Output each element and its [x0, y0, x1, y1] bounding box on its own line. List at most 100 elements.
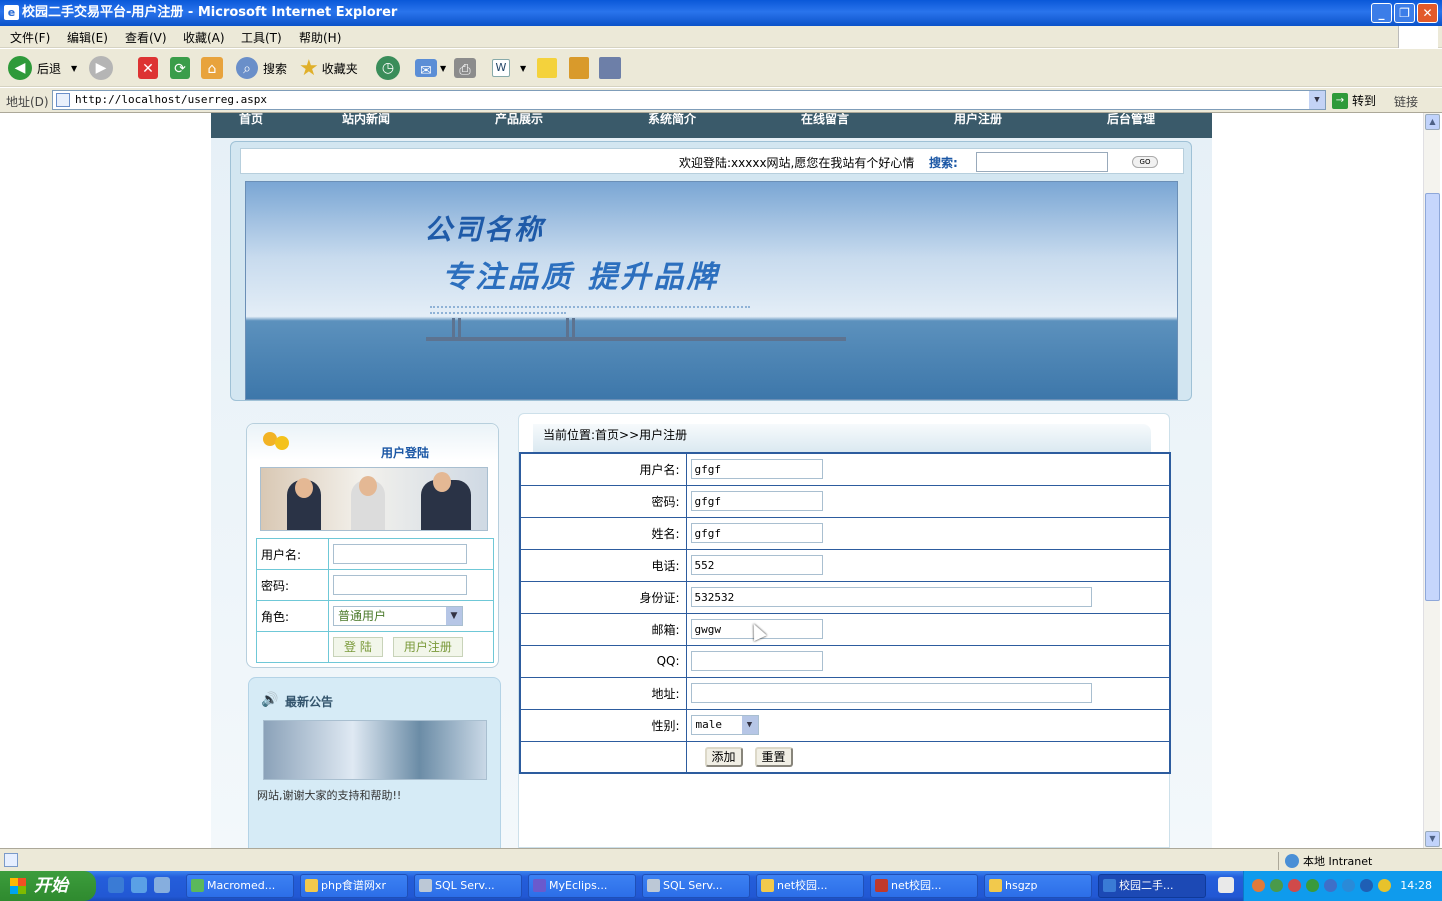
edit-dropdown-icon[interactable]: ▼: [520, 64, 526, 73]
task-net-vs[interactable]: net校园...: [870, 874, 978, 898]
menu-help[interactable]: 帮助(H): [299, 29, 341, 46]
menu-file[interactable]: 文件(F): [10, 29, 50, 46]
tray-antivirus-icon[interactable]: [1288, 879, 1301, 892]
nav-home[interactable]: 首页: [239, 113, 263, 127]
nav-admin[interactable]: 后台管理: [1107, 113, 1155, 127]
minimize-button[interactable]: _: [1371, 3, 1392, 23]
task-label: Macromed...: [207, 879, 276, 892]
scroll-down-icon[interactable]: ▼: [1425, 831, 1440, 847]
edit-button[interactable]: W ▼: [492, 55, 526, 81]
task-macromedia[interactable]: Macromed...: [186, 874, 294, 898]
tray-ime-icon[interactable]: [1360, 879, 1373, 892]
discuss-button[interactable]: [537, 55, 557, 81]
login-role-label: 角色:: [256, 600, 329, 632]
nav-products[interactable]: 产品展示: [495, 113, 543, 127]
login-button[interactable]: 登 陆: [333, 637, 383, 657]
nav-news[interactable]: 站内新闻: [342, 113, 390, 127]
menu-view[interactable]: 查看(V): [125, 29, 167, 46]
password-input[interactable]: [690, 491, 823, 511]
welcome-text: 欢迎登陆:xxxxx网站,愿您在我站有个好心情: [679, 156, 915, 170]
window-titlebar[interactable]: e 校园二手交易平台-用户注册 - Microsoft Internet Exp…: [0, 0, 1442, 26]
tray-security-icon[interactable]: [1378, 879, 1391, 892]
tray-messenger-icon[interactable]: [1342, 879, 1355, 892]
keyboard-icon[interactable]: [1218, 877, 1234, 893]
login-password-input[interactable]: [333, 575, 467, 595]
phone-label: 电话:: [519, 548, 687, 582]
tray-network-icon[interactable]: [1270, 879, 1283, 892]
address-input[interactable]: http://localhost/userreg.aspx ▼: [52, 90, 1326, 110]
mail-dropdown-icon[interactable]: ▼: [440, 64, 446, 73]
outlook-quicklaunch-icon[interactable]: [131, 877, 147, 893]
security-zone: 本地 Intranet: [1278, 852, 1372, 870]
scroll-thumb[interactable]: [1425, 193, 1440, 601]
intranet-icon: [1285, 854, 1299, 868]
nav-about[interactable]: 系统简介: [648, 113, 696, 127]
back-dropdown-icon[interactable]: ▼: [71, 64, 77, 73]
address-dropdown-icon[interactable]: ▼: [1309, 91, 1325, 109]
username-input[interactable]: [690, 459, 823, 480]
search-button[interactable]: ⌕ 搜索: [236, 55, 287, 81]
links-button[interactable]: 链接: [1394, 93, 1418, 110]
messenger-button[interactable]: [599, 55, 621, 81]
menu-favorites[interactable]: 收藏(A): [183, 29, 225, 46]
address-label: 地址(D): [6, 95, 49, 109]
role-value: 普通用户: [338, 609, 387, 623]
history-button[interactable]: ◷: [376, 55, 400, 81]
tray-arrow-icon[interactable]: [1252, 879, 1265, 892]
add-button[interactable]: 添加: [704, 746, 743, 767]
ie-quicklaunch-icon[interactable]: [108, 877, 124, 893]
mail-button[interactable]: ✉ ▼: [415, 55, 446, 81]
qq-input[interactable]: [690, 651, 823, 671]
print-icon: ⎙: [454, 58, 476, 78]
login-form: 用户名: 密码: 角色: 普通用户 ▼ 登 陆用户注册: [256, 538, 494, 663]
forward-button[interactable]: ▶: [89, 55, 113, 81]
gender-select[interactable]: male ▼: [690, 715, 759, 735]
research-button[interactable]: [569, 55, 589, 81]
phone-input[interactable]: [690, 555, 823, 575]
task-net-folder[interactable]: net校园...: [756, 874, 864, 898]
task-myeclipse[interactable]: MyEclips...: [528, 874, 636, 898]
register-button[interactable]: 用户注册: [392, 637, 463, 657]
banner-slogan: 专注品质 提升品牌: [442, 260, 720, 295]
role-select[interactable]: 普通用户 ▼: [333, 606, 463, 626]
bridge-deck: [426, 337, 846, 341]
task-hsgzp[interactable]: hsgzp: [984, 874, 1092, 898]
tray-sql-icon[interactable]: [1324, 879, 1337, 892]
desktop-quicklaunch-icon[interactable]: [154, 877, 170, 893]
password-label: 密码:: [519, 484, 687, 518]
realname-input[interactable]: [690, 523, 823, 543]
print-button[interactable]: ⎙: [454, 55, 476, 81]
realname-label: 姓名:: [519, 516, 687, 550]
task-php[interactable]: php食谱网xr: [300, 874, 408, 898]
menu-tools[interactable]: 工具(T): [241, 29, 282, 46]
search-label: 搜索:: [929, 156, 958, 170]
tray-app-icon[interactable]: [1306, 879, 1319, 892]
search-go-button[interactable]: GO: [1132, 156, 1158, 168]
site-search-input[interactable]: [976, 152, 1108, 172]
login-username-input[interactable]: [333, 544, 467, 564]
back-button[interactable]: ◀ 后退 ▼: [8, 55, 77, 81]
nav-message[interactable]: 在线留言: [801, 113, 849, 127]
start-button[interactable]: 开始: [0, 871, 96, 901]
stop-button[interactable]: ✕: [138, 55, 158, 81]
nav-register[interactable]: 用户注册: [954, 113, 1002, 127]
qq-label: QQ:: [519, 644, 687, 678]
chevron-down-icon: ▼: [741, 716, 758, 734]
task-ie-active[interactable]: 校园二手...: [1098, 874, 1206, 898]
task-label: hsgzp: [1005, 879, 1038, 892]
scroll-up-icon[interactable]: ▲: [1425, 114, 1440, 130]
favorites-button[interactable]: ★ 收藏夹: [299, 55, 358, 81]
address-field-input[interactable]: [690, 683, 1092, 703]
go-button[interactable]: → 转到: [1332, 92, 1376, 109]
close-button[interactable]: ✕: [1417, 3, 1438, 23]
address-field-label: 地址:: [519, 676, 687, 710]
vertical-scrollbar[interactable]: ▲ ▼: [1423, 113, 1440, 848]
task-sql-2[interactable]: SQL Serv...: [642, 874, 750, 898]
home-button[interactable]: ⌂: [201, 55, 223, 81]
restore-button[interactable]: ❐: [1394, 3, 1415, 23]
task-sql-1[interactable]: SQL Serv...: [414, 874, 522, 898]
refresh-button[interactable]: ⟳: [170, 55, 190, 81]
idcard-input[interactable]: [690, 587, 1092, 607]
reset-button[interactable]: 重置: [754, 746, 793, 767]
menu-edit[interactable]: 编辑(E): [67, 29, 108, 46]
